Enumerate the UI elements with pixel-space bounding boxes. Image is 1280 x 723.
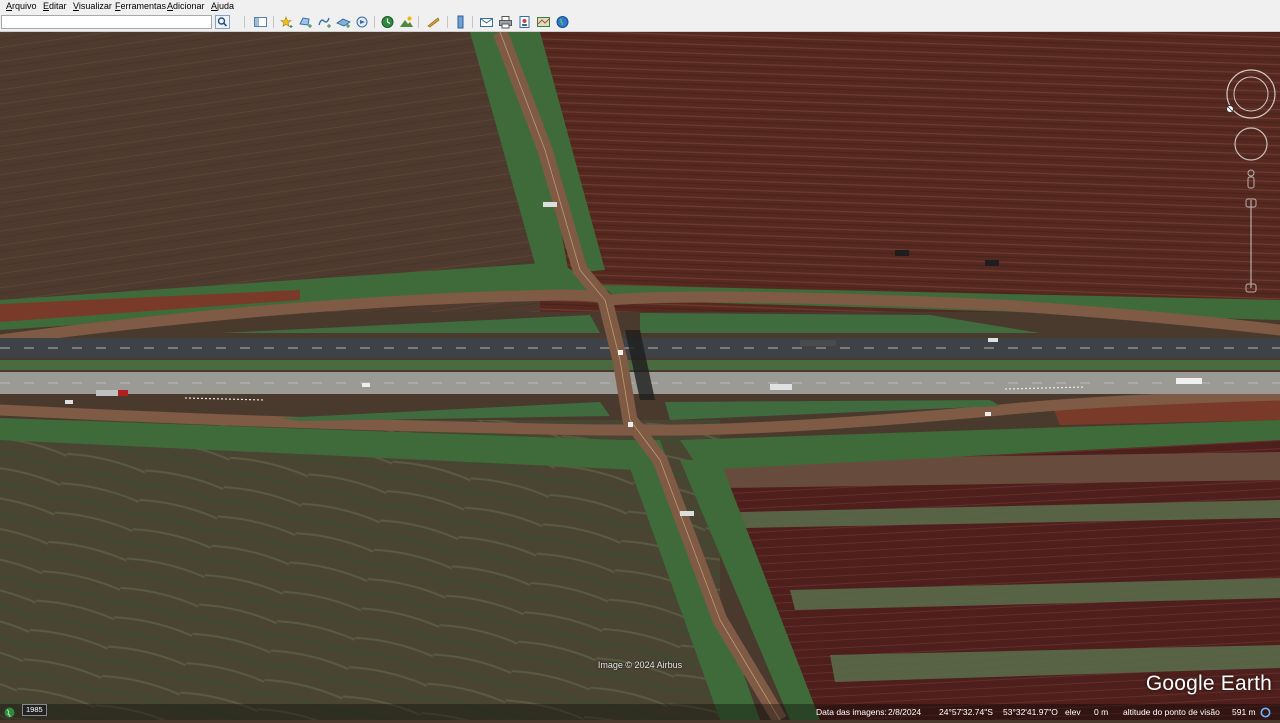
toolbar-separator xyxy=(244,16,245,28)
longitude-readout: 53°32'41.97"O xyxy=(1003,707,1058,717)
historical-year-badge[interactable]: 1985 xyxy=(22,704,47,716)
planets-icon[interactable] xyxy=(426,15,441,29)
polygon-icon[interactable] xyxy=(298,15,313,29)
compass-north-icon xyxy=(1226,105,1234,113)
record-tour-icon[interactable] xyxy=(355,15,370,29)
historical-imagery-icon[interactable] xyxy=(380,15,395,29)
image-overlay-icon[interactable] xyxy=(336,15,351,29)
sunlight-icon[interactable] xyxy=(399,15,414,29)
elevation-label: elev xyxy=(1065,707,1081,717)
streaming-status-icon xyxy=(1260,707,1271,718)
globe-status-icon xyxy=(4,707,15,718)
elevation-value: 0 m xyxy=(1094,707,1109,717)
move-joystick xyxy=(1234,127,1268,161)
toolbar-separator xyxy=(447,16,448,28)
menu-view[interactable]: Visualizar xyxy=(73,0,112,13)
status-bar: 1985 Data das imagens: 2/8/2024 24°57'32… xyxy=(0,704,1280,720)
placemark-icon[interactable] xyxy=(279,15,294,29)
imagery-attribution: Image © 2024 Airbus xyxy=(597,660,683,670)
eye-altitude-value: 591 m xyxy=(1232,707,1256,717)
maps-icon[interactable] xyxy=(536,15,551,29)
email-icon[interactable] xyxy=(479,15,494,29)
ruler-icon[interactable] xyxy=(453,15,468,29)
latitude-readout: 24°57'32.74"S xyxy=(939,707,993,717)
toolbar-separator xyxy=(273,16,274,28)
menu-tools[interactable]: Ferramentas xyxy=(115,0,166,13)
imagery-date-value: 2/8/2024 xyxy=(888,707,922,717)
menu-bar: Arquivo Editar Visualizar Ferramentas Ad… xyxy=(0,0,1280,13)
satellite-map-view[interactable]: Image © 2024 Airbus Google Earth xyxy=(0,32,1280,720)
zoom-slider xyxy=(1245,198,1257,293)
eye-altitude-label: altitude do ponto de visão xyxy=(1123,707,1220,717)
menu-add[interactable]: Adicionar xyxy=(167,0,205,13)
save-image-icon[interactable] xyxy=(517,15,532,29)
path-icon[interactable] xyxy=(317,15,332,29)
toolbar xyxy=(0,13,1280,32)
menu-edit[interactable]: Editar xyxy=(43,0,67,13)
look-joystick xyxy=(1226,69,1276,119)
search-icon[interactable] xyxy=(215,15,230,29)
earth-icon[interactable] xyxy=(555,15,570,29)
print-icon[interactable] xyxy=(498,15,513,29)
google-earth-logo: Google Earth xyxy=(1145,672,1272,695)
street-view-pegman-icon xyxy=(1247,169,1255,189)
search-input[interactable] xyxy=(1,15,212,29)
toolbar-separator xyxy=(472,16,473,28)
menu-file[interactable]: Arquivo xyxy=(6,0,37,13)
imagery-date-label: Data das imagens: xyxy=(816,707,887,717)
menu-help[interactable]: Ajuda xyxy=(211,0,234,13)
field-northeast xyxy=(540,32,1280,312)
toolbar-separator xyxy=(374,16,375,28)
navigation-controls xyxy=(1224,66,1278,306)
sidebar-toggle-icon[interactable] xyxy=(253,15,268,29)
toolbar-separator xyxy=(418,16,419,28)
